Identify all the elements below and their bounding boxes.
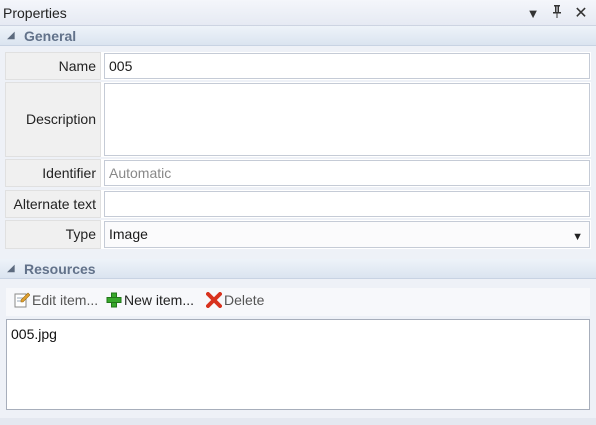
list-item[interactable]: 005.jpg bbox=[11, 326, 57, 342]
alternate-text-row: Alternate text bbox=[5, 190, 591, 218]
description-row: Description bbox=[5, 82, 591, 157]
name-input[interactable]: 005 bbox=[104, 53, 590, 79]
type-row: Type Image ▼ bbox=[5, 220, 591, 249]
close-icon[interactable]: ✕ bbox=[574, 3, 588, 23]
identifier-row: Identifier Automatic bbox=[5, 159, 591, 187]
edit-icon bbox=[14, 292, 30, 308]
select-arrow-icon: ▼ bbox=[572, 231, 583, 243]
collapse-triangle-icon[interactable]: ◢ bbox=[7, 30, 15, 41]
dropdown-arrow-icon[interactable]: ▼ bbox=[526, 6, 540, 21]
panel-controls: ▼ ✕ bbox=[526, 3, 588, 23]
panel-title: Properties bbox=[3, 5, 67, 21]
type-select[interactable]: Image ▼ bbox=[104, 221, 590, 248]
resources-section-header[interactable]: ◢ Resources bbox=[0, 259, 596, 279]
description-textarea[interactable] bbox=[104, 83, 590, 156]
pin-icon[interactable] bbox=[550, 5, 564, 21]
delete-icon bbox=[206, 292, 222, 308]
general-section-label: General bbox=[24, 28, 77, 44]
alternate-text-label: Alternate text bbox=[5, 190, 101, 218]
type-label: Type bbox=[5, 220, 101, 249]
edit-item-button[interactable]: Edit item... bbox=[14, 292, 98, 308]
general-section-header[interactable]: ◢ General bbox=[0, 26, 596, 46]
plus-icon bbox=[106, 292, 122, 308]
collapse-triangle-icon[interactable]: ◢ bbox=[7, 263, 15, 274]
delete-button[interactable]: Delete bbox=[206, 292, 264, 308]
resources-section-label: Resources bbox=[24, 261, 96, 277]
properties-titlebar: Properties ▼ ✕ bbox=[0, 0, 596, 26]
panel-bottom-edge bbox=[0, 418, 596, 425]
identifier-label: Identifier bbox=[5, 159, 101, 187]
resources-toolbar: Edit item... New item... Delete bbox=[6, 288, 590, 316]
new-item-button[interactable]: New item... bbox=[106, 292, 194, 308]
name-label: Name bbox=[5, 52, 101, 80]
resources-list[interactable]: 005.jpg bbox=[6, 319, 590, 410]
alternate-text-input[interactable] bbox=[104, 191, 590, 217]
name-row: Name 005 bbox=[5, 52, 591, 80]
description-label: Description bbox=[5, 82, 101, 157]
identifier-input[interactable]: Automatic bbox=[104, 160, 590, 186]
type-select-value: Image bbox=[109, 226, 148, 242]
